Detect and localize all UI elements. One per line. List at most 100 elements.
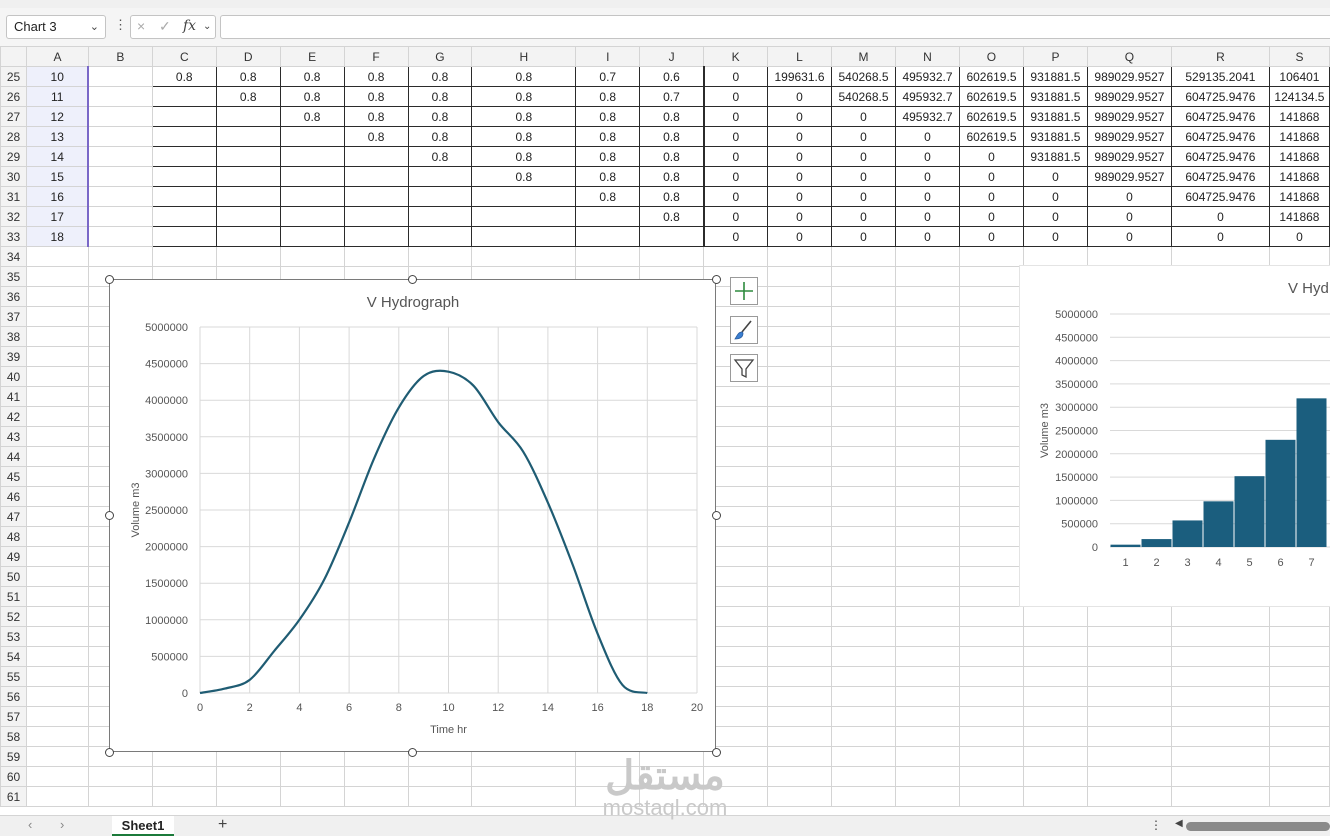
cell-m28[interactable]: 0 <box>831 126 896 147</box>
cell-e30[interactable] <box>279 166 345 187</box>
cell[interactable] <box>767 386 833 407</box>
cell[interactable] <box>25 366 89 387</box>
cell-s30[interactable]: 141868 <box>1268 166 1330 187</box>
column-header-p[interactable]: P <box>1022 46 1088 67</box>
cell-f26[interactable]: 0.8 <box>343 86 409 107</box>
cell[interactable] <box>1022 246 1088 267</box>
resize-handle-tr[interactable] <box>712 275 721 284</box>
cell-i25[interactable]: 0.7 <box>575 66 641 87</box>
cell-s28[interactable]: 141868 <box>1268 126 1330 147</box>
cell[interactable] <box>831 506 896 527</box>
cell[interactable] <box>25 626 89 647</box>
cell[interactable] <box>895 266 960 287</box>
cell[interactable] <box>831 306 896 327</box>
cell[interactable] <box>25 486 89 507</box>
cell[interactable] <box>831 626 896 647</box>
column-header-h[interactable]: H <box>471 46 577 67</box>
cell[interactable] <box>1268 686 1330 707</box>
cell[interactable] <box>1170 246 1270 267</box>
cell[interactable] <box>831 386 896 407</box>
cell[interactable] <box>25 766 89 787</box>
cell[interactable] <box>958 346 1024 367</box>
cell[interactable] <box>831 586 896 607</box>
cell[interactable] <box>895 686 960 707</box>
cell-d31[interactable] <box>215 186 281 207</box>
cell-s33[interactable]: 0 <box>1268 226 1330 247</box>
cell-c26[interactable] <box>151 86 217 107</box>
cell-d25[interactable]: 0.8 <box>215 66 281 87</box>
cell-f31[interactable] <box>343 186 409 207</box>
cell[interactable] <box>895 766 960 787</box>
row-header[interactable]: 30 <box>0 166 27 187</box>
cell[interactable] <box>1170 666 1270 687</box>
cell-k28[interactable]: 0 <box>702 126 769 147</box>
cell[interactable] <box>958 466 1024 487</box>
row-header[interactable]: 40 <box>0 366 27 387</box>
cell-o25[interactable]: 602619.5 <box>958 66 1024 87</box>
cell[interactable] <box>958 566 1024 587</box>
cell-e28[interactable] <box>279 126 345 147</box>
cell[interactable] <box>151 786 217 807</box>
cell-o33[interactable]: 0 <box>958 226 1024 247</box>
cell[interactable] <box>1268 746 1330 767</box>
cell-o28[interactable]: 602619.5 <box>958 126 1024 147</box>
cell[interactable] <box>895 666 960 687</box>
column-header-l[interactable]: L <box>767 46 833 67</box>
cell-j30[interactable]: 0.8 <box>639 166 705 187</box>
cell[interactable] <box>767 486 833 507</box>
row-header[interactable]: 39 <box>0 346 27 367</box>
row-header[interactable]: 28 <box>0 126 27 147</box>
cell[interactable] <box>1170 686 1270 707</box>
row-header[interactable]: 61 <box>0 786 27 807</box>
row-header[interactable]: 60 <box>0 766 27 787</box>
horizontal-scrollbar-thumb[interactable] <box>1186 822 1330 831</box>
cell-j32[interactable]: 0.8 <box>639 206 705 227</box>
cell[interactable] <box>87 786 153 807</box>
cell-n28[interactable]: 0 <box>895 126 960 147</box>
cell-d32[interactable] <box>215 206 281 227</box>
cell-f28[interactable]: 0.8 <box>343 126 409 147</box>
cell-b33[interactable] <box>87 226 153 247</box>
cell-s26[interactable]: 124134.5 <box>1268 86 1330 107</box>
cell[interactable] <box>1170 606 1270 627</box>
column-header-i[interactable]: I <box>575 46 641 67</box>
cell[interactable] <box>25 266 89 287</box>
cell[interactable] <box>25 446 89 467</box>
cell-s32[interactable]: 141868 <box>1268 206 1330 227</box>
row-header[interactable]: 29 <box>0 146 27 167</box>
row-header[interactable]: 55 <box>0 666 27 687</box>
column-header-q[interactable]: Q <box>1086 46 1172 67</box>
cell-q32[interactable]: 0 <box>1086 206 1172 227</box>
cell[interactable] <box>279 246 345 267</box>
cell[interactable] <box>895 726 960 747</box>
cell[interactable] <box>895 566 960 587</box>
cell-g26[interactable]: 0.8 <box>407 86 473 107</box>
cell-b31[interactable] <box>87 186 153 207</box>
cell-d28[interactable] <box>215 126 281 147</box>
cell[interactable] <box>1268 706 1330 727</box>
row-header[interactable]: 25 <box>0 66 27 87</box>
row-header[interactable]: 45 <box>0 466 27 487</box>
cell-h32[interactable] <box>471 206 577 227</box>
cell[interactable] <box>895 486 960 507</box>
chevron-down-icon[interactable]: ⌄ <box>90 16 99 38</box>
cell-l32[interactable]: 0 <box>767 206 833 227</box>
cell[interactable] <box>831 366 896 387</box>
cell-p33[interactable]: 0 <box>1022 226 1088 247</box>
column-header-o[interactable]: O <box>958 46 1024 67</box>
cell-b25[interactable] <box>87 66 153 87</box>
cell-r27[interactable]: 604725.9476 <box>1170 106 1270 127</box>
cell-c25[interactable]: 0.8 <box>151 66 217 87</box>
cell-m26[interactable]: 540268.5 <box>831 86 896 107</box>
cell[interactable] <box>831 466 896 487</box>
cell[interactable] <box>831 726 896 747</box>
cell[interactable] <box>831 566 896 587</box>
cell[interactable] <box>1086 626 1172 647</box>
cell-j28[interactable]: 0.8 <box>639 126 705 147</box>
cell[interactable] <box>958 706 1024 727</box>
row-header[interactable]: 41 <box>0 386 27 407</box>
cell[interactable] <box>958 366 1024 387</box>
cell-p31[interactable]: 0 <box>1022 186 1088 207</box>
cell-m32[interactable]: 0 <box>831 206 896 227</box>
cell[interactable] <box>958 526 1024 547</box>
